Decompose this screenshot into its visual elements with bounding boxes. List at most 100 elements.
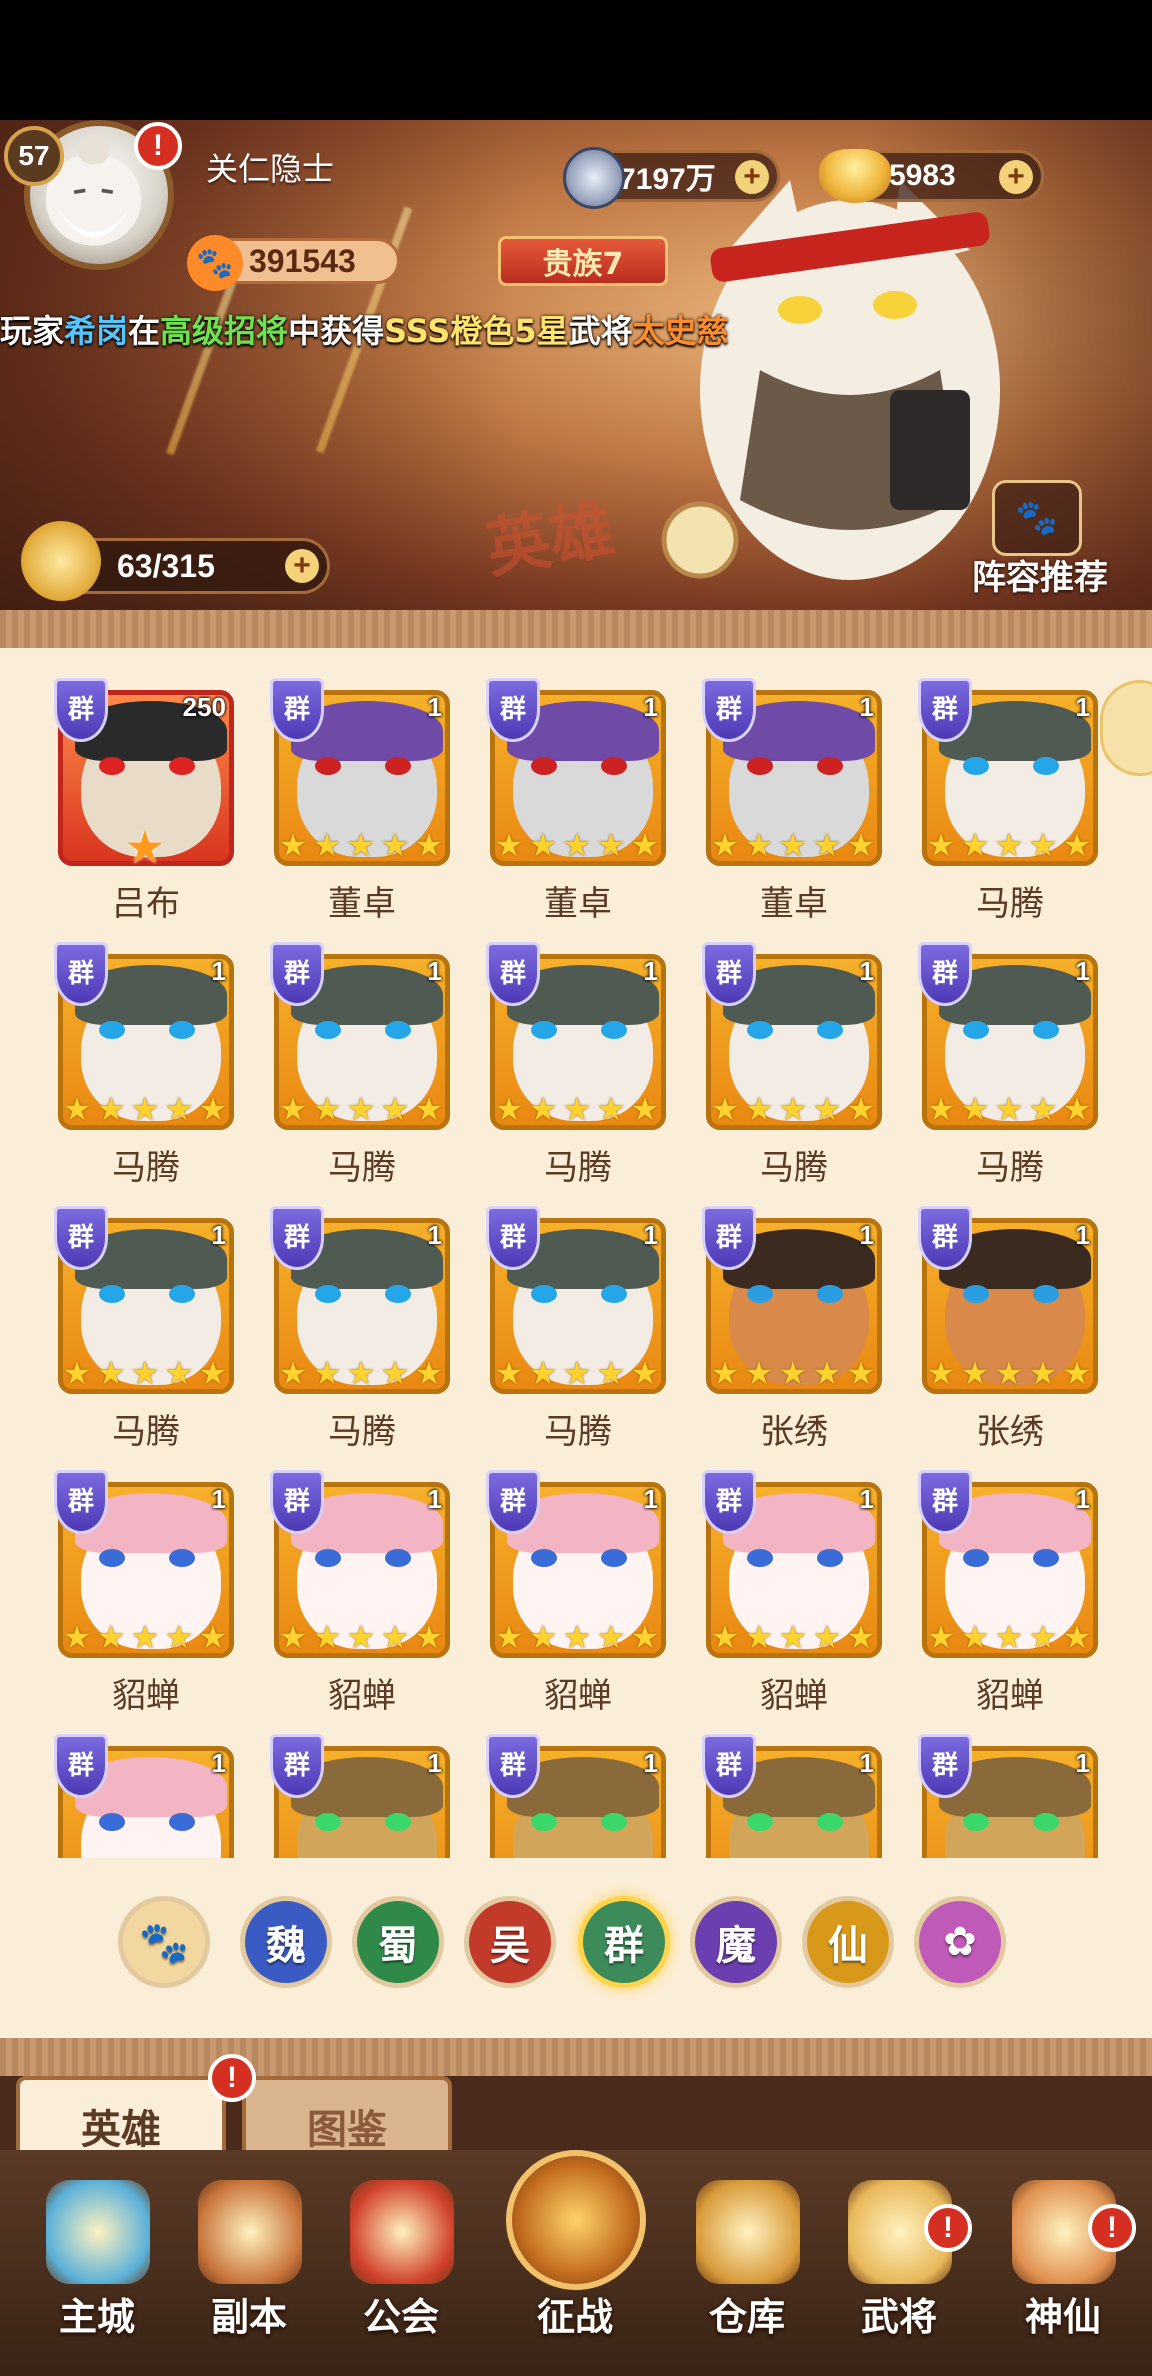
star-icon: ★: [528, 1618, 558, 1656]
star-icon: ★: [130, 1090, 160, 1128]
star-icon: ★: [312, 1354, 342, 1392]
hero-card[interactable]: 群 1 ★ ★ ★ ★ ★ 马腾: [54, 1206, 234, 1452]
faction-filter-special[interactable]: ✿: [914, 1896, 1006, 1988]
noble-rank-badge[interactable]: 贵族7: [498, 236, 668, 286]
hero-card[interactable]: 群 1 ★ ★ ★ ★ ★ 张绣: [702, 1206, 882, 1452]
hero-eye: [601, 1021, 627, 1039]
star-rating: ★ ★ ★ ★ ★: [276, 1092, 446, 1126]
hero-count: 1: [859, 1748, 874, 1778]
coin-amount: 7197万: [619, 163, 716, 196]
faction-badge: 群: [54, 1206, 108, 1270]
star-icon: ★: [1028, 1354, 1058, 1392]
star-icon: ★: [846, 1618, 876, 1656]
hero-count: 1: [211, 1484, 226, 1514]
hero-card[interactable]: 群1: [702, 1734, 882, 1858]
faction-filter-shu[interactable]: 蜀: [352, 1896, 444, 1988]
lineup-recommend-button[interactable]: 🐾 阵容推荐: [950, 480, 1130, 600]
hero-card[interactable]: 群 1 ★ ★ ★ ★ ★ 董卓: [486, 678, 666, 924]
hero-eye: [963, 1813, 989, 1831]
nav-warehouse[interactable]: 仓库: [672, 2150, 822, 2376]
hero-card[interactable]: 群 1 ★ ★ ★ ★ ★ 董卓: [270, 678, 450, 924]
star-icon: ★: [380, 1090, 410, 1128]
star-icon: ★: [744, 1090, 774, 1128]
hero-card[interactable]: 群 1 ★ ★ ★ ★ ★ 董卓: [702, 678, 882, 924]
faction-badge: 群: [486, 678, 540, 742]
faction-filter-bar: 🐾 魏蜀吴群魔仙 ✿: [0, 1896, 1152, 2006]
hero-count: 1: [427, 1220, 442, 1250]
faction-filter-xian[interactable]: 仙: [802, 1896, 894, 1988]
hero-card[interactable]: 群 1 ★ ★ ★ ★ ★ 貂蝉: [702, 1470, 882, 1716]
hero-card[interactable]: 群 1 ★ ★ ★ ★ ★ 马腾: [486, 1206, 666, 1452]
add-coins-button[interactable]: +: [735, 160, 769, 194]
hero-eye: [531, 1813, 557, 1831]
hero-card[interactable]: 群 1 ★ ★ ★ ★ ★ 貂蝉: [486, 1470, 666, 1716]
faction-badge: 群: [54, 678, 108, 742]
star-icon: ★: [414, 1354, 444, 1392]
coin-icon: [563, 147, 625, 209]
faction-filter-wei[interactable]: 魏: [240, 1896, 332, 1988]
hero-card[interactable]: 群1: [486, 1734, 666, 1858]
star-rating: ★ ★ ★ ★ ★: [492, 1092, 662, 1126]
hero-card[interactable]: 群1: [54, 1734, 234, 1858]
expand-capacity-button[interactable]: +: [285, 549, 319, 583]
hero-eye: [601, 1813, 627, 1831]
star-icon: ★: [596, 826, 626, 864]
hero-card[interactable]: 群 1 ★ ★ ★ ★ ★ 马腾: [270, 1206, 450, 1452]
star-rating: ★ ★ ★ ★ ★: [276, 828, 446, 862]
hero-card[interactable]: 群 1 ★ ★ ★ ★ ★ 貂蝉: [918, 1470, 1098, 1716]
star-icon: ★: [846, 1354, 876, 1392]
star-icon: ★: [778, 1090, 808, 1128]
hero-card[interactable]: 群 1 ★ ★ ★ ★ ★ 马腾: [486, 942, 666, 1188]
star-rating: ★ ★ ★ ★ ★: [492, 1620, 662, 1654]
star-icon: ★: [994, 826, 1024, 864]
hero-card[interactable]: 群 1 ★ ★ ★ ★ ★ 马腾: [270, 942, 450, 1188]
hero-eye: [747, 1285, 773, 1303]
nav-generals[interactable]: 武将!: [824, 2150, 974, 2376]
hero-name: 马腾: [976, 884, 1044, 924]
hero-card[interactable]: 群1: [270, 1734, 450, 1858]
nav-campaign[interactable]: 征战: [500, 2150, 650, 2376]
nav-label: 主城: [58, 2295, 135, 2339]
hero-eye: [169, 1813, 195, 1831]
faction-filter-mo[interactable]: 魔: [690, 1896, 782, 1988]
nav-guild[interactable]: 公会: [326, 2150, 476, 2376]
hero-card[interactable]: 群 1 ★ ★ ★ ★ ★ 马腾: [54, 942, 234, 1188]
hero-card[interactable]: 群 1 ★ ★ ★ ★ ★ 貂蝉: [54, 1470, 234, 1716]
hero-card[interactable]: 群 1 ★ ★ ★ ★ ★ 马腾: [702, 942, 882, 1188]
faction-badge: 群: [918, 942, 972, 1006]
ticker-player: 希岗: [64, 312, 129, 350]
hero-card[interactable]: 群 250 ★ 吕布: [54, 678, 234, 924]
faction-badge: 群: [486, 942, 540, 1006]
nav-immortals[interactable]: 神仙!: [988, 2150, 1138, 2376]
hero-count: 1: [427, 956, 442, 986]
star-icon: ★: [494, 1090, 524, 1128]
hero-count: 1: [643, 692, 658, 722]
faction-filter-qun[interactable]: 群: [578, 1896, 670, 1988]
star-icon: ★: [414, 1618, 444, 1656]
faction-filter-all[interactable]: 🐾: [118, 1896, 210, 1988]
dungeon-icon: [198, 2180, 302, 2284]
star-icon: ★: [414, 1090, 444, 1128]
hero-name: 马腾: [112, 1148, 180, 1188]
nav-dungeon[interactable]: 副本: [174, 2150, 324, 2376]
hero-card[interactable]: 群 1 ★ ★ ★ ★ ★ 马腾: [918, 942, 1098, 1188]
star-icon: ★: [494, 826, 524, 864]
star-icon: ★: [130, 1354, 160, 1392]
faction-filter-wu[interactable]: 吴: [464, 1896, 556, 1988]
star-icon: ★: [926, 1354, 956, 1392]
nav-main-city[interactable]: 主城: [22, 2150, 172, 2376]
hero-card[interactable]: 群1: [918, 1734, 1098, 1858]
star-icon: ★: [596, 1354, 626, 1392]
hero-eye: [601, 1549, 627, 1567]
hero-eye: [1033, 1285, 1059, 1303]
hero-card[interactable]: 群 1 ★ ★ ★ ★ ★ 貂蝉: [270, 1470, 450, 1716]
star-icon: ★: [596, 1090, 626, 1128]
recommend-label: 阵容推荐: [972, 558, 1108, 598]
star-icon: ★: [346, 826, 376, 864]
add-ingots-button[interactable]: +: [999, 160, 1033, 194]
ingot-counter: 5983 +: [819, 149, 1044, 203]
hero-card[interactable]: 群 1 ★ ★ ★ ★ ★ 马腾: [918, 678, 1098, 924]
hero-card[interactable]: 群 1 ★ ★ ★ ★ ★ 张绣: [918, 1206, 1098, 1452]
hero-name: 张绣: [976, 1412, 1044, 1452]
hero-eye: [531, 1021, 557, 1039]
